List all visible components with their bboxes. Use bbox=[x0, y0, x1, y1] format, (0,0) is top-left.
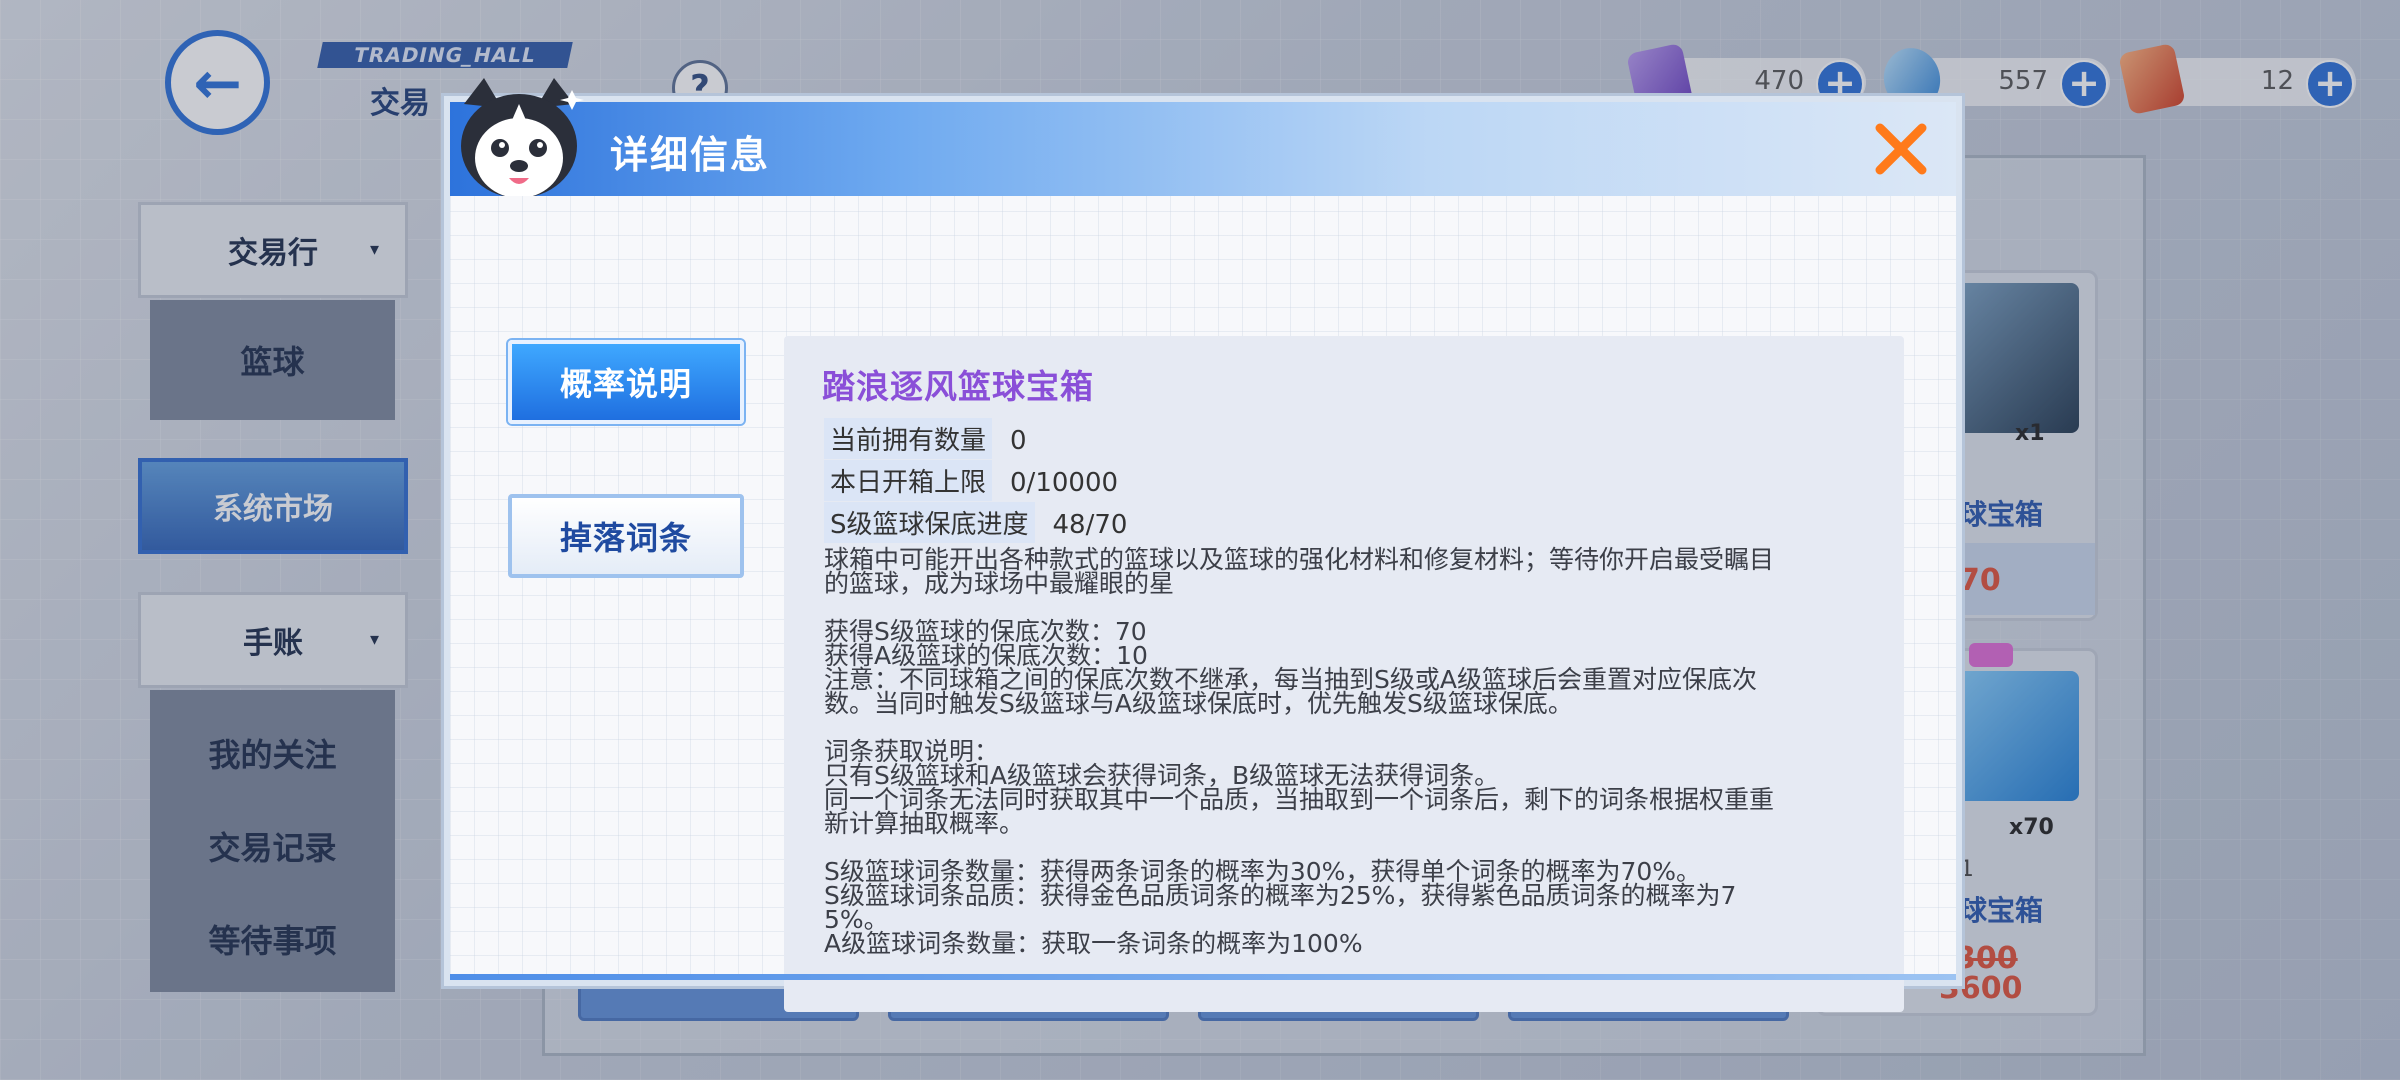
tab-probability[interactable]: 概率说明 bbox=[508, 340, 744, 424]
modal-header: 详细信息 bbox=[450, 102, 1956, 196]
detail-content[interactable]: 踏浪逐风篮球宝箱 当前拥有数量 0 本日开箱上限 0/10000 S级篮球保底进度 4… bbox=[784, 336, 1904, 1012]
stat-label: 当前拥有数量 bbox=[824, 418, 993, 459]
stat-label: S级篮球保底进度 bbox=[824, 502, 1035, 543]
box-title: 踏浪逐风篮球宝箱 bbox=[822, 367, 1094, 406]
tab-drop-affixes[interactable]: 掉落词条 bbox=[508, 494, 744, 578]
stat-value: 0 bbox=[1010, 426, 1027, 456]
husky-mascot-icon bbox=[461, 78, 584, 198]
modal-bottom-bar bbox=[450, 974, 1956, 980]
description-text: 球箱中可能开出各种款式的篮球以及篮球的强化材料和修复材料；等待你开启最受瞩目 的… bbox=[824, 545, 1775, 958]
stat-value: 0/10000 bbox=[1010, 468, 1119, 498]
modal-title: 详细信息 bbox=[610, 133, 771, 177]
detail-modal: 详细信息 概率说明 掉落词条 踏浪逐风篮球宝箱 当前拥有数量 0 本日开箱上限 0/… bbox=[444, 78, 1962, 1012]
close-icon[interactable] bbox=[1870, 118, 1932, 180]
modal-body: 概率说明 掉落词条 踏浪逐风篮球宝箱 当前拥有数量 0 本日开箱上限 0/10000… bbox=[450, 196, 1956, 1012]
stat-row: 本日开箱上限 0/10000 bbox=[824, 460, 1119, 501]
stat-value: 48/70 bbox=[1052, 510, 1128, 540]
stat-row: 当前拥有数量 0 bbox=[824, 418, 1027, 459]
stat-row: S级篮球保底进度 48/70 bbox=[824, 502, 1128, 543]
stat-label: 本日开箱上限 bbox=[824, 460, 993, 501]
